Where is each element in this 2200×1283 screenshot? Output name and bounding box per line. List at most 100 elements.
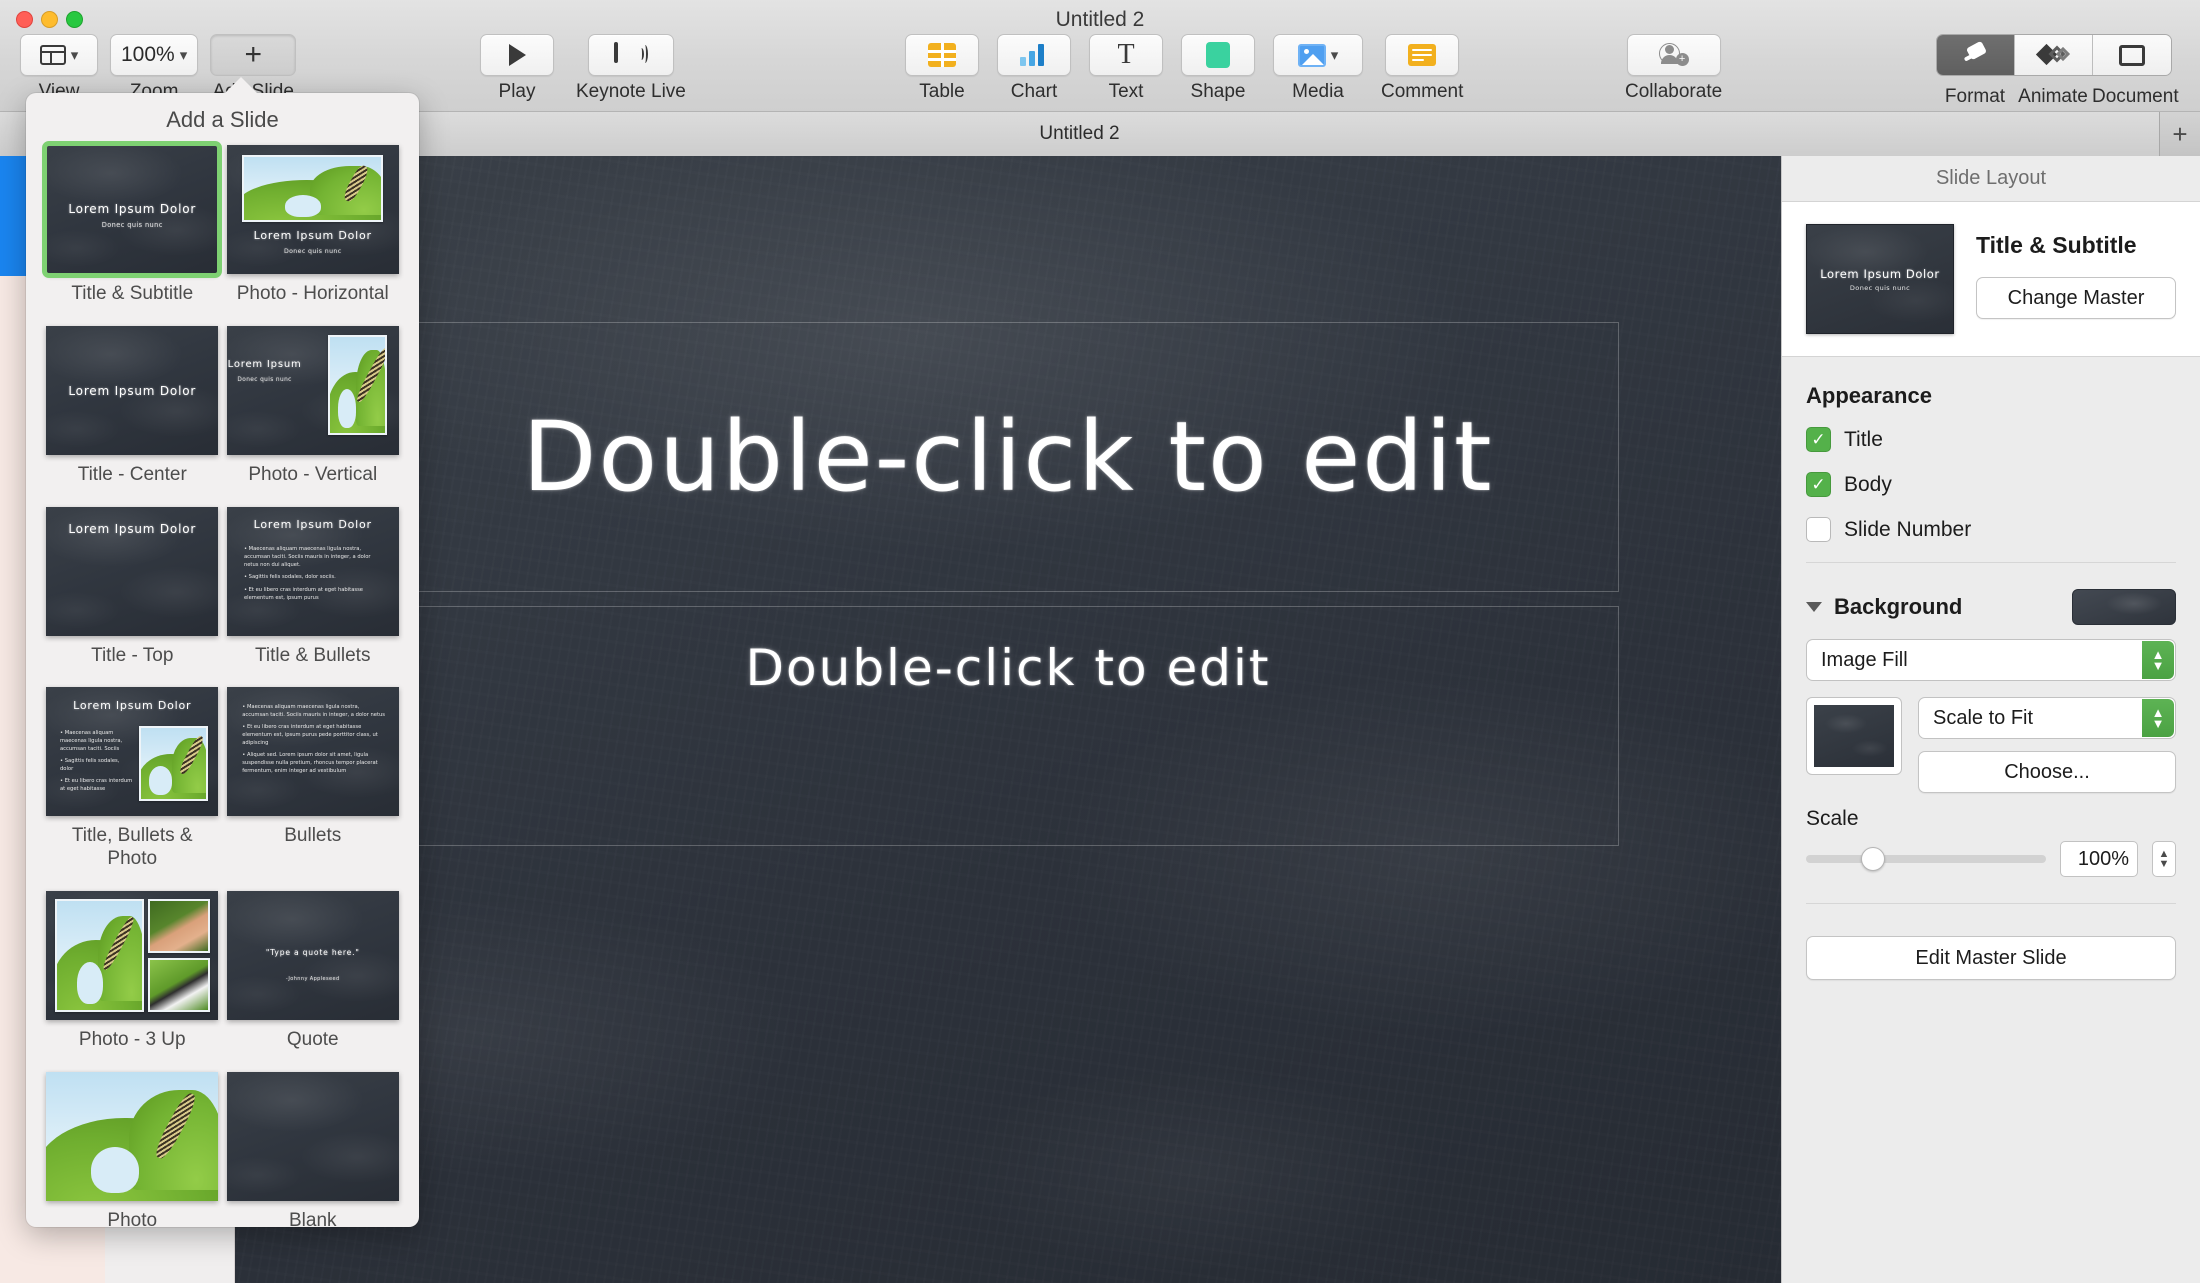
slide-thumbnail[interactable]: Lorem Ipsum Dolor (46, 325, 219, 455)
thumb-title: Lorem Ipsum Dolor (73, 699, 192, 712)
inspector-header: Slide Layout (1782, 156, 2200, 202)
keynote-window: Untitled 2 ▾ View 100% ▾ Zoom + Add Slid… (0, 0, 2200, 1283)
slide-layout-title-bullets[interactable]: Lorem Ipsum Dolor Maecenas aliquam maece… (226, 506, 400, 684)
keynote-live-button[interactable]: Keynote Live (576, 34, 686, 103)
thumb-bullets: Maecenas aliquam maecenas ligula nostra,… (244, 545, 385, 605)
add-a-slide-popover[interactable]: Add a Slide Lorem Ipsum Dolor Donec quis… (26, 77, 419, 1231)
background-image-well[interactable] (1806, 697, 1902, 775)
document-tab-label: Untitled 2 (1039, 123, 1120, 144)
document-label: Document (2092, 86, 2179, 107)
slide-layout-title-subtitle[interactable]: Lorem Ipsum Dolor Donec quis nunc Title … (42, 141, 223, 322)
slide-thumbnail[interactable]: Lorem Ipsum Donec quis nunc (226, 325, 399, 455)
collaborate-icon: + (1658, 43, 1689, 67)
slide-layout-bullets[interactable]: Maecenas aliquam maecenas ligula nostra,… (226, 687, 400, 887)
format-inspector-panel: Slide Layout Lorem Ipsum Dolor Donec qui… (1781, 156, 2200, 1283)
disclosure-triangle-icon[interactable] (1806, 602, 1822, 612)
scale-slider[interactable] (1806, 847, 2046, 871)
master-thumb-subtitle: Donec quis nunc (1849, 283, 1911, 292)
slide-thumbnail[interactable]: Lorem Ipsum Dolor Maecenas aliquam maece… (226, 506, 399, 636)
window-title: Untitled 2 (1055, 8, 1145, 31)
inspector-segmented-control[interactable] (1936, 34, 2172, 76)
slide-thumbnail[interactable]: Lorem Ipsum Dolor Donec quis nunc (42, 141, 223, 278)
slide-thumbnail[interactable] (46, 890, 219, 1020)
slide-layout-title-top[interactable]: Lorem Ipsum Dolor Title - Top (46, 506, 219, 684)
table-label: Table (919, 81, 965, 102)
new-tab-button[interactable]: + (2160, 112, 2200, 156)
slide-canvas[interactable]: Double-click to edit Double-click to edi… (235, 156, 1781, 1283)
popover-title: Add a Slide (166, 107, 279, 132)
chart-button[interactable]: Chart (997, 34, 1071, 103)
slide-thumbnail[interactable]: Lorem Ipsum Dolor (46, 506, 219, 636)
document-icon (2119, 44, 2145, 66)
title-placeholder-text: Double-click to edit (522, 400, 1494, 513)
plus-icon: + (244, 38, 263, 71)
change-master-button[interactable]: Change Master (1976, 277, 2176, 319)
background-title: Background (1834, 594, 1963, 619)
slide-thumbnail[interactable] (226, 1071, 399, 1201)
appearance-option-body[interactable]: ✓ Body (1806, 472, 2176, 497)
appearance-option-title[interactable]: ✓ Title (1806, 427, 2176, 452)
slide-layout-photo[interactable]: Photo (46, 1071, 219, 1249)
scale-stepper[interactable]: ▲ ▼ (2152, 841, 2176, 877)
checkbox-body-icon[interactable]: ✓ (1806, 472, 1831, 497)
title-placeholder[interactable]: Double-click to edit (397, 322, 1619, 592)
checkbox-title-icon[interactable]: ✓ (1806, 427, 1831, 452)
background-color-swatch[interactable] (2072, 589, 2176, 625)
slide-layout-quote[interactable]: "Type a quote here." -Johnny Appleseed Q… (226, 890, 400, 1068)
slide-layout-photo-horizontal[interactable]: Lorem Ipsum Dolor Donec quis nunc Photo … (226, 145, 400, 322)
table-button[interactable]: Table (905, 34, 979, 103)
body-placeholder-text: Double-click to edit (745, 639, 1271, 697)
animate-tab[interactable] (2015, 35, 2093, 75)
slide-thumbnail[interactable]: "Type a quote here." -Johnny Appleseed (226, 890, 399, 1020)
appearance-option-slide-number[interactable]: Slide Number (1806, 517, 2176, 542)
shape-button[interactable]: Shape (1181, 34, 1255, 103)
slide-layout-photo-vertical[interactable]: Lorem Ipsum Donec quis nunc Photo - Vert… (226, 325, 400, 503)
slide-thumbnail[interactable]: Lorem Ipsum Dolor Maecenas aliquam maece… (46, 687, 219, 817)
background-header: Background (1806, 589, 2176, 625)
slide-layout-title-bullets-photo[interactable]: Lorem Ipsum Dolor Maecenas aliquam maece… (46, 687, 219, 887)
background-fill-type-select[interactable]: Image Fill ▲ ▼ (1806, 639, 2176, 681)
slide-thumbnail[interactable]: Maecenas aliquam maecenas ligula nostra,… (226, 687, 399, 817)
master-slide-thumbnail[interactable]: Lorem Ipsum Dolor Donec quis nunc (1806, 224, 1954, 334)
checkbox-slide-number-icon[interactable] (1806, 517, 1831, 542)
choose-image-button[interactable]: Choose... (1918, 751, 2176, 793)
play-button[interactable]: Play (480, 34, 554, 103)
comment-icon (1408, 44, 1437, 66)
edit-master-slide-button[interactable]: Edit Master Slide (1806, 936, 2176, 980)
slide-layout-caption: Photo (107, 1209, 158, 1231)
scale-slider-knob[interactable] (1861, 847, 1886, 871)
thumb-title: Lorem Ipsum Dolor (68, 383, 197, 398)
background-image-mode-select[interactable]: Scale to Fit ▲ ▼ (1918, 697, 2176, 739)
comment-button[interactable]: Comment (1381, 34, 1463, 103)
chart-label: Chart (1010, 81, 1058, 102)
format-tab[interactable] (1937, 35, 2015, 75)
shape-icon (1206, 42, 1230, 68)
slide-layout-caption: Photo - Vertical (248, 463, 378, 485)
background-image-row: Scale to Fit ▲ ▼ Choose... (1806, 697, 2176, 793)
slide-thumbnail[interactable] (46, 1071, 219, 1201)
thumb-title: Lorem Ipsum Dolor (253, 228, 372, 242)
body-placeholder[interactable]: Double-click to edit (397, 606, 1619, 846)
collaborate-button[interactable]: + Collaborate (1625, 34, 1722, 103)
slide-layout-blank[interactable]: Blank (226, 1071, 400, 1249)
text-icon: T (1117, 39, 1135, 70)
slide-layout-caption: Title - Center (77, 463, 187, 485)
slide-layout-caption: Blank (288, 1209, 337, 1231)
keynote-live-label: Keynote Live (576, 81, 686, 102)
thumb-bullets: Maecenas aliquam maecenas ligula nostra,… (60, 729, 132, 797)
media-button[interactable]: ▾ Media (1273, 34, 1363, 103)
slide-layout-caption: Title - Top (91, 644, 174, 666)
chart-icon (1020, 44, 1048, 66)
text-button[interactable]: T Text (1089, 34, 1163, 103)
slide-layout-title-center[interactable]: Lorem Ipsum Dolor Title - Center (46, 325, 219, 503)
background-section: Background Image Fill ▲ ▼ Scale to Fit ▲ ▼ (1782, 589, 2200, 877)
document-tab[interactable] (2093, 35, 2171, 75)
thumb-subtitle: Donec quis nunc (237, 377, 292, 384)
bullet-item: Et eu libero cras interdum at eget habit… (244, 586, 385, 602)
scale-value-field[interactable]: 100% (2060, 841, 2138, 877)
slide-layout-caption: Photo - 3 Up (78, 1028, 186, 1050)
slide-thumbnail[interactable]: Lorem Ipsum Dolor Donec quis nunc (226, 145, 399, 274)
slide-layout-photo-3-up[interactable]: Photo - 3 Up (46, 890, 219, 1068)
thumb-title: Lorem Ipsum Dolor (68, 522, 197, 537)
collaborate-label: Collaborate (1625, 81, 1723, 102)
